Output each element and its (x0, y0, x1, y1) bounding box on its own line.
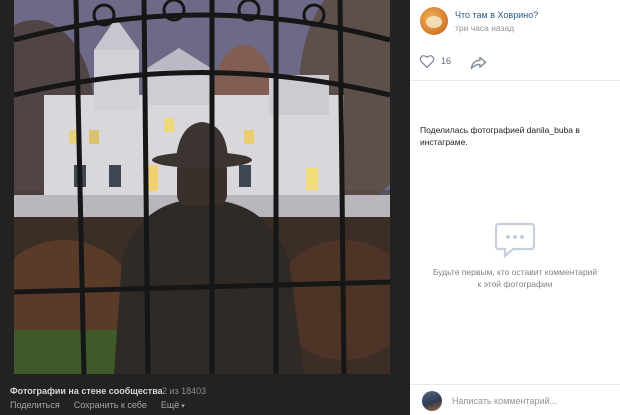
save-photo-button[interactable]: Сохранить к себе (74, 400, 147, 410)
community-avatar[interactable] (420, 7, 448, 35)
photo-counter: 2 из 18403 (162, 386, 207, 396)
share-arrow-icon[interactable] (470, 56, 487, 70)
post-photo[interactable] (14, 0, 390, 374)
community-name-link[interactable]: Что там в Ховрино? (455, 10, 538, 20)
heart-icon (419, 55, 435, 68)
divider (410, 384, 620, 385)
viewer-footer: Фотографии на стене сообщества 2 из 1840… (0, 380, 410, 415)
empty-comments: Будьте первым, кто оставит комментарий к… (410, 220, 620, 291)
more-label: Ещё (160, 400, 180, 410)
comment-input[interactable] (452, 392, 612, 410)
chevron-down-icon: ▾ (181, 403, 185, 410)
like-button[interactable]: 16 (419, 54, 451, 68)
divider (410, 80, 620, 81)
likes-count: 16 (441, 56, 452, 66)
share-photo-button[interactable]: Поделиться (10, 400, 60, 410)
album-title-link[interactable]: Фотографии на стене сообщества (10, 386, 163, 396)
photo-illustration (14, 0, 390, 374)
post-time[interactable]: три часа назад (455, 23, 514, 33)
post-info-panel: Что там в Ховрино? три часа назад 16 Под… (410, 0, 620, 415)
more-button[interactable]: Ещё ▾ (161, 400, 185, 410)
photo-viewer: Фотографии на стене сообщества 2 из 1840… (0, 0, 410, 415)
avatar (422, 391, 442, 411)
comment-bubble-icon (494, 222, 536, 259)
empty-comments-text: Будьте первым, кто оставит комментарий к… (432, 267, 598, 290)
viewer-actions: Поделиться Сохранить к себе Ещё ▾ (10, 400, 185, 410)
post-description: Поделилась фотографией danila_buba в инс… (420, 125, 580, 148)
